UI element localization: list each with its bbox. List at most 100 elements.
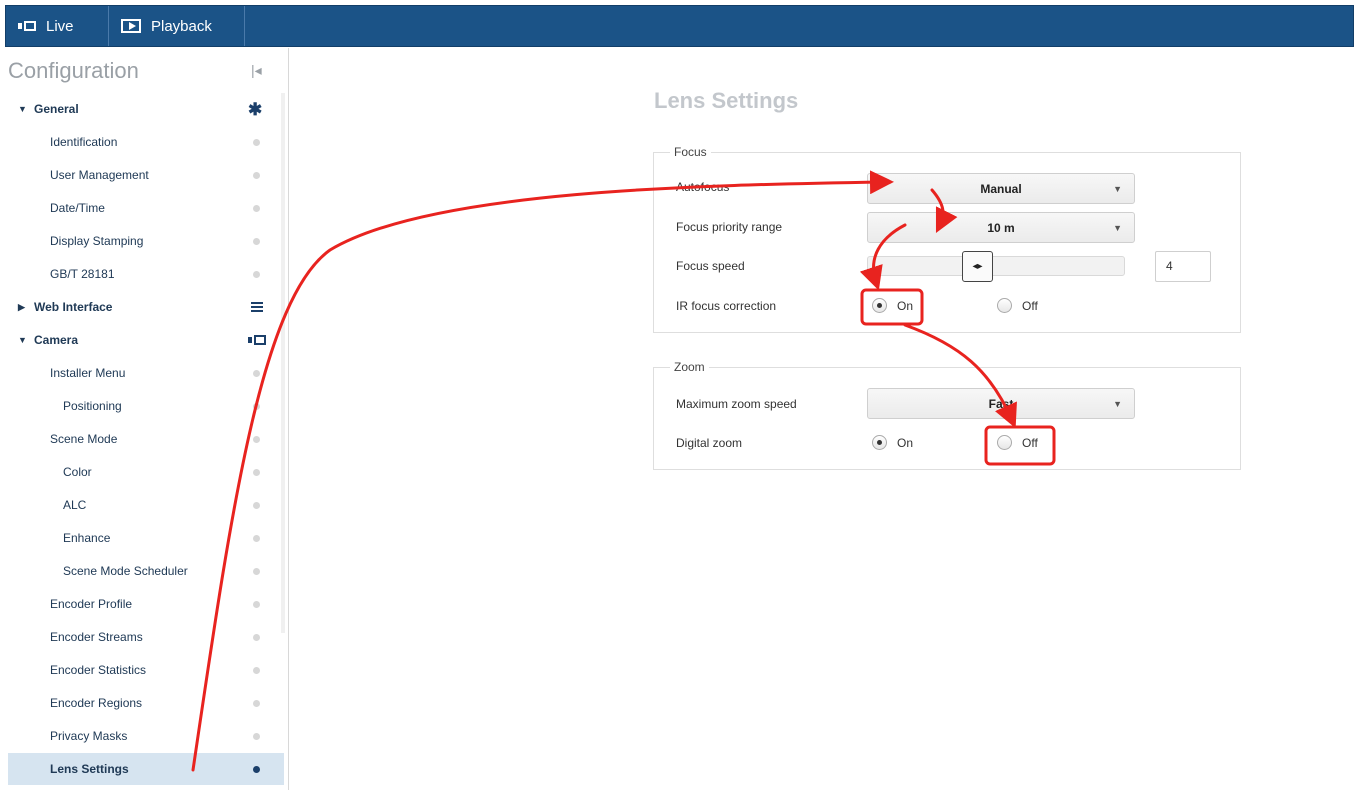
sidebar-item-date-time[interactable]: Date/Time [8, 192, 284, 224]
sidebar-item-encoder-streams[interactable]: Encoder Streams [8, 621, 284, 653]
focus-legend: Focus [674, 145, 707, 159]
max-zoom-speed-label: Maximum zoom speed [676, 397, 797, 411]
configuration-sidebar: Configuration |◂ ▼ General ✱ Identificat… [5, 48, 289, 790]
zoom-legend: Zoom [674, 360, 705, 374]
sidebar-item-label: Positioning [63, 399, 122, 413]
status-dot [253, 435, 260, 443]
sidebar-item-label: Scene Mode [50, 432, 118, 446]
radio-unchecked-icon [997, 298, 1012, 313]
focus-speed-label: Focus speed [676, 259, 745, 273]
sidebar-item-lens-settings[interactable]: Lens Settings [8, 753, 284, 785]
digital-zoom-label: Digital zoom [676, 436, 743, 450]
status-dot [253, 171, 260, 179]
sidebar-item-gbt-28181[interactable]: GB/T 28181 [8, 258, 284, 290]
sidebar-item-label: Color [63, 465, 92, 479]
sidebar-item-display-stamping[interactable]: Display Stamping [8, 225, 284, 257]
focus-priority-label: Focus priority range [676, 220, 783, 234]
sidebar-item-identification[interactable]: Identification [8, 126, 284, 158]
sidebar-item-enhance[interactable]: Enhance [8, 522, 284, 554]
digital-zoom-off-radio[interactable]: Off [997, 435, 1038, 450]
sidebar-group-web-interface[interactable]: ▶ Web Interface [8, 291, 284, 323]
ir-focus-label: IR focus correction [676, 299, 777, 313]
sidebar-item-label: ALC [63, 498, 87, 512]
collapse-sidebar-icon[interactable]: |◂ [251, 62, 262, 79]
status-dot [253, 468, 260, 476]
collapsed-triangle-icon: ▶ [18, 301, 25, 312]
playback-icon [121, 19, 141, 33]
expand-triangle-icon: ▼ [18, 104, 27, 114]
sidebar-item-scene-mode-scheduler[interactable]: Scene Mode Scheduler [8, 555, 284, 587]
status-dot [253, 633, 260, 641]
tab-live[interactable]: Live [6, 6, 109, 46]
focus-priority-value: 10 m [987, 221, 1015, 235]
radio-label: On [897, 435, 914, 450]
sidebar-item-color[interactable]: Color [8, 456, 284, 488]
sidebar-item-scene-mode[interactable]: Scene Mode [8, 423, 284, 455]
sidebar-item-label: Privacy Masks [50, 729, 128, 743]
sidebar-group-general[interactable]: ▼ General ✱ [8, 93, 284, 125]
status-dot [253, 765, 260, 773]
sidebar-item-label: Identification [50, 135, 118, 149]
radio-checked-icon [872, 435, 887, 450]
tab-playback[interactable]: Playback [109, 6, 245, 46]
radio-label: Off [1022, 435, 1038, 450]
sidebar-item-label: General [34, 102, 79, 116]
page-title: Lens Settings [654, 88, 799, 113]
status-dot [253, 732, 260, 740]
sidebar-item-label: Camera [34, 333, 79, 347]
chevron-down-icon: ▼ [1113, 184, 1122, 194]
sidebar-item-label: Enhance [63, 531, 111, 545]
sidebar-item-label: Encoder Statistics [50, 663, 147, 677]
sidebar-item-label: GB/T 28181 [50, 267, 115, 281]
top-navigation-bar: Live Playback [5, 5, 1354, 47]
ir-focus-off-radio[interactable]: Off [997, 298, 1038, 313]
status-dot [253, 600, 260, 608]
camera-icon [248, 335, 266, 345]
ir-focus-on-radio[interactable]: On [872, 298, 913, 313]
sidebar-item-label: Lens Settings [50, 762, 129, 776]
radio-checked-icon [872, 298, 887, 313]
sidebar-item-label: Encoder Streams [50, 630, 143, 644]
sidebar-item-label: Web Interface [34, 300, 113, 314]
digital-zoom-on-radio[interactable]: On [872, 435, 913, 450]
status-dot [253, 534, 260, 542]
autofocus-value: Manual [980, 182, 1022, 196]
sidebar-item-installer-menu[interactable]: Installer Menu [8, 357, 284, 389]
slider-handle[interactable]: ◂▸ [962, 251, 993, 282]
sidebar-item-positioning[interactable]: Positioning [8, 390, 284, 422]
menu-icon [251, 302, 263, 312]
sidebar-item-encoder-regions[interactable]: Encoder Regions [8, 687, 284, 719]
sidebar-item-label: Encoder Profile [50, 597, 133, 611]
focus-priority-select[interactable]: 10 m ▼ [867, 212, 1135, 243]
chevron-down-icon: ▼ [1113, 223, 1122, 233]
sidebar-item-privacy-masks[interactable]: Privacy Masks [8, 720, 284, 752]
status-dot [253, 402, 260, 410]
status-dot [253, 270, 260, 278]
sidebar-item-user-management[interactable]: User Management [8, 159, 284, 191]
sidebar-item-encoder-profile[interactable]: Encoder Profile [8, 588, 284, 620]
sidebar-group-camera[interactable]: ▼ Camera [8, 324, 284, 356]
status-dot [253, 369, 260, 377]
expand-triangle-icon: ▼ [18, 335, 27, 345]
focus-speed-input[interactable]: 4 [1155, 251, 1211, 282]
tab-playback-label: Playback [151, 17, 212, 35]
sidebar-item-label: User Management [50, 168, 149, 182]
status-dot [253, 666, 260, 674]
gear-icon: ✱ [248, 99, 263, 119]
status-dot [253, 138, 260, 146]
sidebar-item-alc[interactable]: ALC [8, 489, 284, 521]
status-dot [253, 699, 260, 707]
max-zoom-speed-value: Fast [988, 397, 1014, 411]
autofocus-label: Autofocus [676, 180, 730, 194]
status-dot [253, 501, 260, 509]
max-zoom-speed-select[interactable]: Fast ▼ [867, 388, 1135, 419]
focus-speed-slider[interactable] [867, 256, 1125, 276]
sidebar-item-label: Installer Menu [50, 366, 126, 380]
camera-icon [18, 21, 36, 31]
chevron-down-icon: ▼ [1113, 399, 1122, 409]
autofocus-select[interactable]: Manual ▼ [867, 173, 1135, 204]
radio-unchecked-icon [997, 435, 1012, 450]
sidebar-item-label: Scene Mode Scheduler [63, 564, 188, 578]
radio-label: Off [1022, 298, 1038, 313]
sidebar-item-encoder-statistics[interactable]: Encoder Statistics [8, 654, 284, 686]
